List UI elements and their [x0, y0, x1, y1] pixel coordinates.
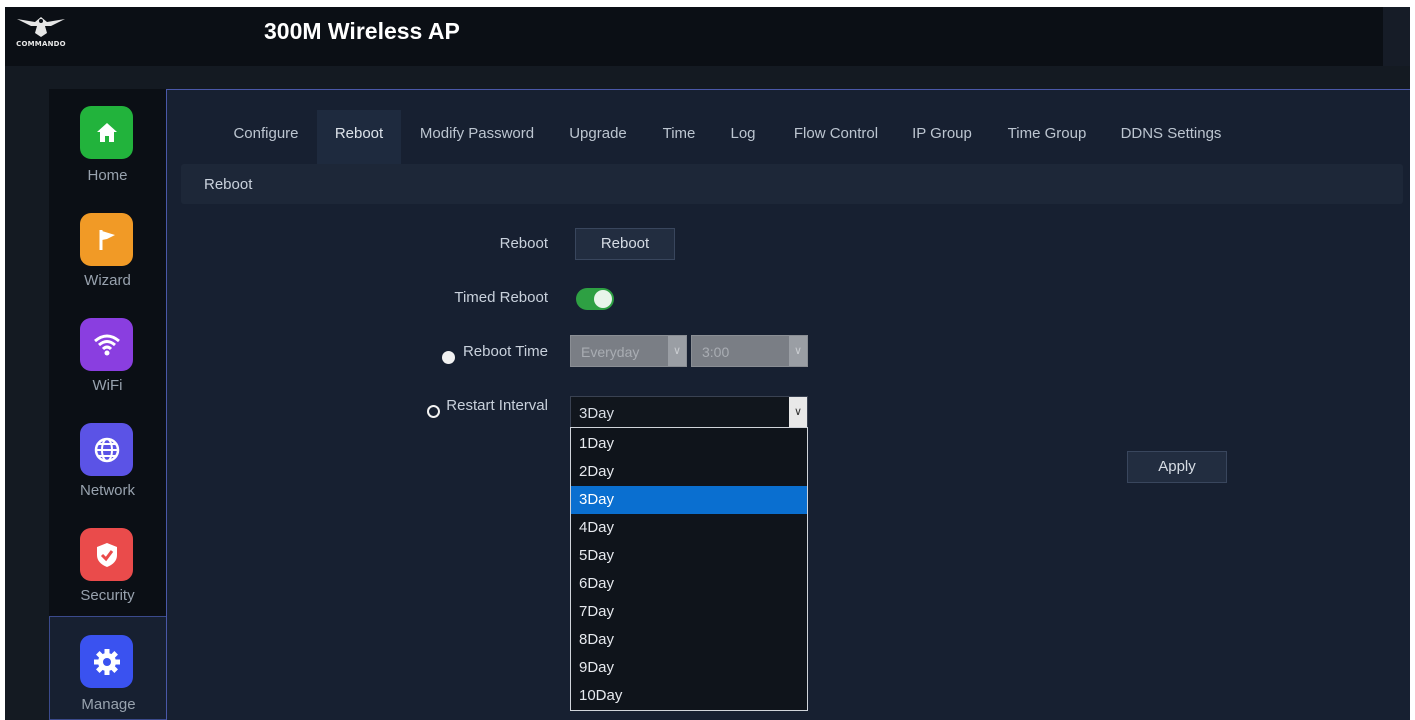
reboot-time-label: Reboot Time — [462, 343, 548, 360]
tab-time[interactable]: Time — [657, 110, 701, 166]
sidebar-item-wifi[interactable]: WiFi — [49, 306, 166, 406]
sidebar: Home Wizard WiFi Network Security Manage — [49, 89, 166, 720]
tab-configure[interactable]: Configure — [223, 110, 309, 166]
dropdown-option-selected[interactable]: 3Day — [571, 486, 807, 514]
dropdown-option[interactable]: 6Day — [571, 570, 807, 598]
dropdown-option[interactable]: 4Day — [571, 514, 807, 542]
tab-modify-password[interactable]: Modify Password — [415, 110, 539, 166]
reboot-label: Reboot — [499, 235, 548, 252]
restart-interval-dropdown: 1Day 2Day 3Day 4Day 5Day 6Day 7Day 8Day … — [570, 427, 808, 711]
dropdown-option[interactable]: 1Day — [571, 430, 807, 458]
sidebar-item-label: Wizard — [84, 272, 131, 289]
reboot-button[interactable]: Reboot — [575, 228, 675, 260]
dropdown-option[interactable]: 9Day — [571, 654, 807, 682]
reboot-time-radio[interactable] — [442, 351, 455, 364]
brand-logo-text: COMMANDO — [16, 40, 66, 48]
section-header: Reboot — [181, 164, 1403, 204]
flag-icon — [80, 213, 133, 266]
timed-reboot-toggle[interactable] — [576, 288, 614, 310]
tab-upgrade[interactable]: Upgrade — [563, 110, 633, 166]
select-value: 3:00 — [702, 344, 730, 360]
tab-log[interactable]: Log — [725, 110, 761, 166]
reboot-time-hour-select[interactable]: 3:00 ∨ — [691, 335, 808, 367]
top-bar: COMMANDO 300M Wireless AP — [5, 7, 1383, 66]
tab-ip-group[interactable]: IP Group — [907, 110, 977, 166]
dropdown-option[interactable]: 2Day — [571, 458, 807, 486]
section-title: Reboot — [204, 176, 253, 193]
sidebar-item-network[interactable]: Network — [49, 411, 166, 511]
chevron-down-icon: ∨ — [789, 336, 807, 366]
sidebar-item-home[interactable]: Home — [49, 96, 166, 196]
app-frame: COMMANDO 300M Wireless AP Home Wizard Wi… — [5, 7, 1410, 720]
dropdown-option[interactable]: 7Day — [571, 598, 807, 626]
home-icon — [80, 106, 133, 159]
restart-interval-label: Restart Interval — [446, 397, 548, 414]
gear-icon — [80, 635, 133, 688]
chevron-down-icon: ∨ — [789, 397, 807, 427]
select-value: 3Day — [579, 405, 615, 422]
sidebar-item-label: Home — [87, 167, 128, 184]
reboot-time-day-select[interactable]: Everyday ∨ — [570, 335, 687, 367]
tab-time-group[interactable]: Time Group — [1001, 110, 1093, 166]
sidebar-item-label: Security — [80, 587, 135, 604]
dropdown-option[interactable]: 8Day — [571, 626, 807, 654]
page-title: 300M Wireless AP — [264, 18, 460, 44]
sidebar-item-label: Network — [79, 482, 135, 499]
sidebar-item-security[interactable]: Security — [49, 516, 166, 616]
apply-button[interactable]: Apply — [1127, 451, 1227, 483]
sidebar-item-wizard[interactable]: Wizard — [49, 201, 166, 301]
globe-icon — [80, 423, 133, 476]
main-content: Configure Reboot Modify Password Upgrade… — [166, 89, 1410, 720]
timed-reboot-label: Timed Reboot — [454, 289, 548, 306]
tab-flow-control[interactable]: Flow Control — [787, 110, 885, 166]
wifi-icon — [80, 318, 133, 371]
restart-interval-select[interactable]: 3Day ∨ — [570, 396, 808, 428]
brand-logo: COMMANDO — [13, 13, 69, 53]
sidebar-item-label: WiFi — [92, 377, 123, 394]
tab-ddns-settings[interactable]: DDNS Settings — [1117, 110, 1225, 166]
tab-bar: Configure Reboot Modify Password Upgrade… — [167, 110, 1407, 166]
select-value: Everyday — [581, 344, 640, 360]
toggle-knob — [594, 290, 612, 308]
sidebar-item-label: Manage — [81, 696, 136, 713]
sidebar-item-manage[interactable]: Manage — [49, 616, 166, 720]
dropdown-option[interactable]: 10Day — [571, 682, 807, 710]
chevron-down-icon: ∨ — [668, 336, 686, 366]
dropdown-option[interactable]: 5Day — [571, 542, 807, 570]
shield-icon — [80, 528, 133, 581]
restart-interval-radio[interactable] — [427, 405, 440, 418]
top-bar-edge — [1383, 7, 1410, 66]
tab-reboot[interactable]: Reboot — [317, 110, 401, 166]
eagle-logo-icon — [17, 17, 65, 37]
